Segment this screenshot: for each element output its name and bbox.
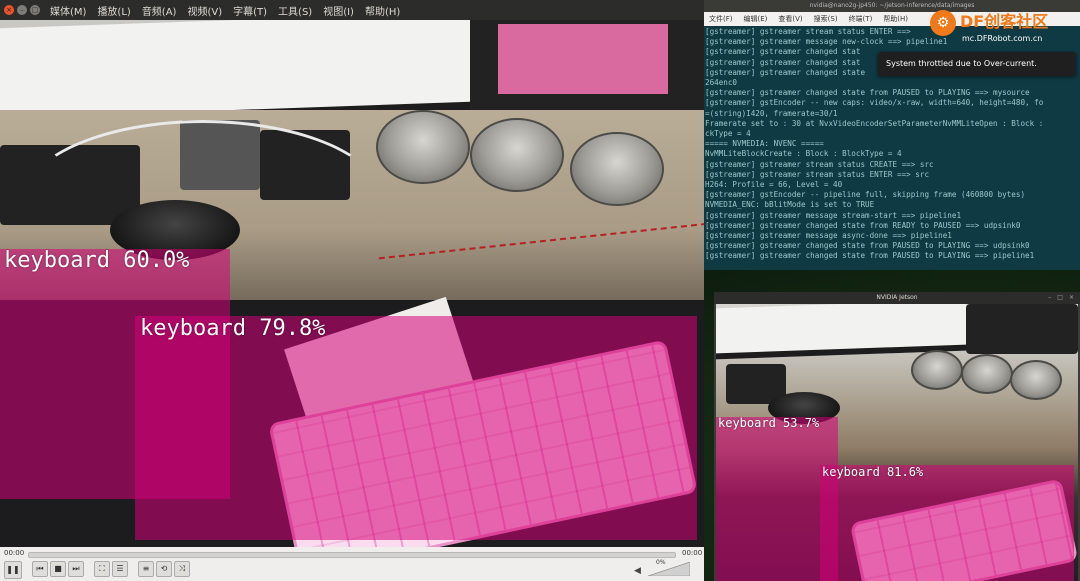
- time-total: 00:00: [682, 549, 703, 557]
- terminal-line: NvMMLiteBlockCreate : Block : BlockType …: [705, 149, 902, 159]
- video-frame[interactable]: keyboard 60.0% keyboard 79.8%: [0, 20, 704, 547]
- minimize-icon[interactable]: –: [17, 5, 27, 15]
- terminal-line: [gstreamer] gstEncoder -- new caps: vide…: [705, 98, 1044, 108]
- terminal-menu-file[interactable]: 文件(F): [709, 14, 733, 24]
- jetson-video-frame[interactable]: keyboard 53.7% keyboard 81.6%: [716, 304, 1078, 581]
- terminal-line: [gstreamer] gstreamer message async-done…: [705, 231, 952, 241]
- maximize-icon[interactable]: □: [1057, 294, 1063, 301]
- menu-tools[interactable]: 工具(S): [278, 3, 312, 18]
- terminal-line: NVMEDIA_ENC: bBlitMode is set to TRUE: [705, 200, 875, 210]
- logo-brand: DF创客社区: [960, 12, 1049, 31]
- terminal-line: ckType = 4: [705, 129, 751, 139]
- terminal-line: [gstreamer] gstreamer stream status CREA…: [705, 159, 934, 169]
- scene-tin: [961, 354, 1013, 394]
- terminal-menu-view[interactable]: 查看(V): [778, 14, 802, 24]
- fullscreen-icon[interactable]: ⛶: [94, 561, 110, 577]
- terminal-line: [gstreamer] gstreamer message stream-sta…: [705, 210, 962, 220]
- volume-slider[interactable]: [648, 562, 690, 576]
- menu-audio[interactable]: 音频(A): [142, 3, 177, 18]
- menu-video[interactable]: 视频(V): [187, 3, 222, 18]
- terminal-menu-help[interactable]: 帮助(H): [883, 14, 908, 24]
- menu-help[interactable]: 帮助(H): [365, 3, 400, 18]
- menu-subtitle[interactable]: 字幕(T): [233, 3, 267, 18]
- stop-icon[interactable]: ■: [50, 561, 66, 577]
- terminal-line: H264: Profile = 66, Level = 40: [705, 180, 843, 190]
- detection-box: [820, 465, 1074, 581]
- scene-tin: [470, 118, 564, 192]
- menu-view[interactable]: 视图(I): [323, 3, 354, 18]
- minimize-icon[interactable]: –: [1048, 294, 1051, 301]
- window-controls: × – □: [4, 5, 40, 15]
- terminal-line: [gstreamer] gstreamer changed state from…: [705, 88, 1030, 98]
- vlc-window: × – □ 媒体(M) 播放(L) 音频(A) 视频(V) 字幕(T) 工具(S…: [0, 0, 704, 581]
- terminal-line: [gstreamer] gstreamer changed state from…: [705, 241, 1030, 251]
- dfrobot-logo: ⚙ DF创客社区 mc.DFRobot.com.cn: [930, 4, 1080, 46]
- vlc-controls: 00:00 00:00 ❚❚ ⏮ ■ ⏭ ⛶ ☰ ≡ ⟲ ⤨ ◀ 0%: [0, 547, 704, 581]
- vlc-menubar: × – □ 媒体(M) 播放(L) 音频(A) 视频(V) 字幕(T) 工具(S…: [0, 0, 704, 20]
- menu-media[interactable]: 媒体(M): [50, 3, 86, 18]
- seek-bar[interactable]: [28, 552, 676, 558]
- jetson-title: NVIDIA Jetson: [714, 292, 1080, 304]
- close-icon[interactable]: ×: [1069, 294, 1074, 301]
- jetson-window-controls: – □ ×: [1048, 294, 1074, 301]
- detection-label: keyboard 60.0%: [4, 248, 190, 273]
- volume-percent: 0%: [656, 559, 666, 566]
- detection-box: [135, 316, 697, 540]
- jetson-window: NVIDIA Jetson – □ × keyboard 53.7% keybo…: [714, 292, 1080, 581]
- terminal-line: [gstreamer] gstreamer stream status ENTE…: [705, 169, 930, 179]
- scene-monitor-right: [470, 20, 704, 115]
- terminal-line: =(string)I420, framerate=30/1: [705, 108, 838, 118]
- detection-label: keyboard 81.6%: [822, 465, 924, 479]
- pause-icon[interactable]: ❚❚: [4, 561, 22, 579]
- menu-playback[interactable]: 播放(L): [97, 3, 130, 18]
- terminal-line: [gstreamer] gstreamer changed state from…: [705, 251, 1035, 261]
- scene-tin: [376, 110, 470, 184]
- close-icon[interactable]: ×: [4, 5, 14, 15]
- terminal-line: [gstreamer] gstEncoder -- pipeline full,…: [705, 190, 1026, 200]
- logo-url: mc.DFRobot.com.cn: [962, 34, 1043, 43]
- terminal-line: Framerate set to : 30 at NvxVideoEncoder…: [705, 118, 1044, 128]
- shuffle-icon[interactable]: ⤨: [174, 561, 190, 577]
- throttle-notification[interactable]: System throttled due to Over-current.: [878, 52, 1076, 76]
- playback-buttons: ❚❚ ⏮ ■ ⏭ ⛶ ☰ ≡ ⟲ ⤨: [4, 561, 190, 579]
- scene-tin: [1010, 360, 1062, 400]
- next-icon[interactable]: ⏭: [68, 561, 84, 577]
- scene-monitor-right: [966, 304, 1078, 354]
- previous-icon[interactable]: ⏮: [32, 561, 48, 577]
- terminal-menu-terminal[interactable]: 终端(T): [849, 14, 873, 24]
- terminal-menu-search[interactable]: 搜索(S): [814, 14, 838, 24]
- maximize-icon[interactable]: □: [30, 5, 40, 15]
- terminal-line: [gstreamer] gstreamer changed state from…: [705, 220, 1021, 230]
- speaker-icon[interactable]: ◀: [634, 566, 641, 576]
- scene-tin: [911, 350, 963, 390]
- loop-icon[interactable]: ⟲: [156, 561, 172, 577]
- playlist-icon[interactable]: ≡: [138, 561, 154, 577]
- gear-icon: ⚙: [930, 10, 956, 36]
- terminal-line: 264enc0: [705, 78, 738, 88]
- terminal-menu-edit[interactable]: 编辑(E): [744, 14, 768, 24]
- time-elapsed: 00:00: [4, 549, 25, 557]
- detection-label: keyboard 53.7%: [718, 416, 820, 430]
- terminal-line: ===== NVMEDIA: NVENC =====: [705, 139, 824, 149]
- equalizer-icon[interactable]: ☰: [112, 561, 128, 577]
- detection-label: keyboard 79.8%: [140, 316, 326, 341]
- scene-tin: [570, 132, 664, 206]
